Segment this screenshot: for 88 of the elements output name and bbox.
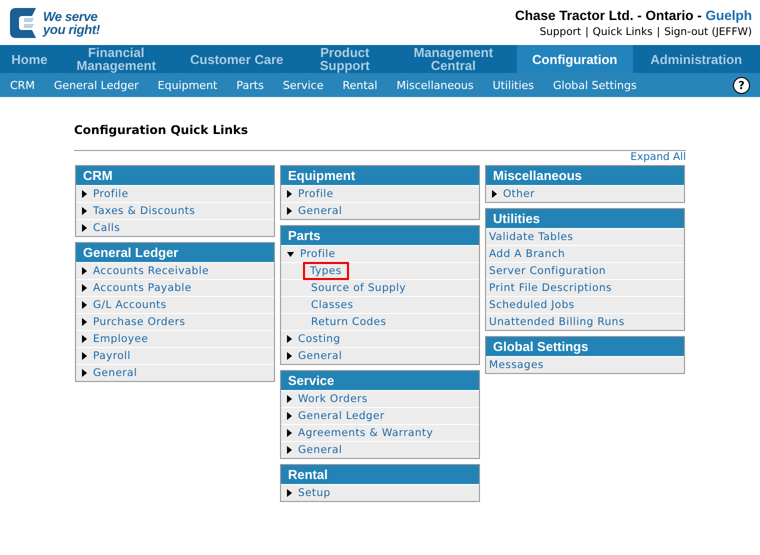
panel-title: General Ledger — [76, 243, 274, 262]
quick-link[interactable]: General Ledger — [298, 409, 385, 423]
quick-link[interactable]: General — [298, 443, 342, 457]
header-link[interactable]: Sign-out (JEFFW) — [664, 26, 752, 38]
quick-link[interactable]: Accounts Receivable — [93, 264, 209, 278]
nav-tab[interactable]: Product Support — [300, 45, 390, 73]
caret-right-icon[interactable] — [287, 335, 292, 343]
quick-link[interactable]: G/L Accounts — [93, 298, 167, 312]
caret-right-icon[interactable] — [492, 190, 497, 198]
nav-tab[interactable]: Customer Care — [173, 45, 300, 73]
quick-link[interactable]: Profile — [300, 247, 336, 261]
quick-link[interactable]: Messages — [489, 358, 544, 372]
help-icon[interactable]: ? — [733, 76, 750, 94]
subnav-link[interactable]: Utilities — [492, 78, 534, 92]
caret-right-icon[interactable] — [287, 352, 292, 360]
panel-title: Equipment — [281, 166, 479, 185]
quick-link[interactable]: Unattended Billing Runs — [489, 315, 625, 329]
caret-right-icon[interactable] — [82, 301, 87, 309]
quick-link[interactable]: Classes — [311, 298, 354, 312]
caret-down-icon[interactable] — [287, 252, 294, 256]
quick-link[interactable]: General — [298, 349, 342, 363]
quick-link[interactable]: Costing — [298, 332, 340, 346]
panel-title: Miscellaneous — [486, 166, 684, 185]
quick-link[interactable]: Profile — [298, 187, 334, 201]
panel-title: Parts — [281, 226, 479, 245]
highlighted-link[interactable]: Types — [305, 264, 347, 278]
quick-link[interactable]: Employee — [93, 332, 148, 346]
caret-right-icon[interactable] — [287, 489, 292, 497]
header-link[interactable]: Support — [540, 26, 582, 38]
quick-link[interactable]: Return Codes — [311, 315, 386, 329]
subnav-link[interactable]: General Ledger — [54, 78, 139, 92]
quick-link[interactable]: Print File Descriptions — [489, 281, 612, 295]
caret-right-icon[interactable] — [82, 352, 87, 360]
nav-tab[interactable]: Financial Management — [58, 45, 174, 73]
quick-link[interactable]: Scheduled Jobs — [489, 298, 575, 312]
caret-right-icon[interactable] — [82, 207, 87, 215]
company-name: Chase Tractor Ltd. - Ontario - Guelph — [514, 8, 752, 22]
panel-title: Rental — [281, 465, 479, 484]
nav-tab[interactable]: Configuration — [517, 45, 633, 73]
quick-link[interactable]: General — [298, 204, 342, 218]
header-link[interactable]: Quick Links — [592, 26, 653, 38]
quick-link[interactable]: Add A Branch — [489, 247, 566, 261]
panel-title: Service — [281, 371, 479, 390]
quick-link[interactable]: Setup — [298, 486, 331, 500]
quick-link[interactable]: Agreements & Warranty — [298, 426, 434, 440]
caret-right-icon[interactable] — [82, 190, 87, 198]
nav-tab[interactable]: Administration — [632, 45, 760, 73]
nav-tab[interactable]: Management Central — [390, 45, 518, 73]
caret-right-icon[interactable] — [82, 335, 87, 343]
subnav-link[interactable]: CRM — [10, 78, 35, 92]
caret-right-icon[interactable] — [82, 369, 87, 377]
panel-title: Global Settings — [486, 337, 684, 356]
caret-right-icon[interactable] — [287, 190, 292, 198]
quick-link[interactable]: Purchase Orders — [93, 315, 186, 329]
caret-right-icon[interactable] — [287, 446, 292, 454]
quick-link[interactable]: Payroll — [93, 349, 131, 363]
caret-right-icon[interactable] — [82, 267, 87, 275]
quick-link[interactable]: Calls — [93, 221, 120, 235]
page-title: Configuration Quick Links — [74, 123, 250, 137]
panel-title: Utilities — [486, 209, 684, 228]
quick-link[interactable]: Other — [503, 187, 535, 201]
separator: | — [656, 26, 660, 38]
caret-right-icon[interactable] — [287, 429, 292, 437]
quick-link[interactable]: Work Orders — [298, 392, 368, 406]
subnav-link[interactable]: Rental — [342, 78, 378, 92]
caret-right-icon[interactable] — [287, 412, 292, 420]
quick-link[interactable]: General — [93, 366, 138, 380]
subnav-link[interactable]: Service — [282, 78, 324, 92]
caret-right-icon[interactable] — [287, 207, 292, 215]
quick-link[interactable]: Source of Supply — [311, 281, 406, 295]
caret-right-icon[interactable] — [82, 318, 87, 326]
caret-right-icon[interactable] — [82, 284, 87, 292]
nav-tab[interactable]: Home — [0, 45, 59, 73]
subnav-link[interactable]: Equipment — [158, 78, 218, 92]
panel-title: CRM — [76, 166, 274, 185]
subnav-link[interactable]: Global Settings — [553, 78, 637, 92]
expand-all-link[interactable]: Expand All — [630, 151, 686, 165]
quick-link[interactable]: Taxes & Discounts — [93, 204, 196, 218]
quick-link[interactable]: Server Configuration — [489, 264, 606, 278]
separator: | — [585, 26, 589, 38]
quick-link[interactable]: Accounts Payable — [93, 281, 192, 295]
caret-right-icon[interactable] — [287, 395, 292, 403]
quick-link[interactable]: Validate Tables — [489, 230, 574, 244]
subnav-link[interactable]: Miscellaneous — [396, 78, 474, 92]
quick-link[interactable]: Profile — [93, 187, 128, 201]
caret-right-icon[interactable] — [82, 224, 87, 232]
subnav-link[interactable]: Parts — [236, 78, 264, 92]
logo-slogan: We serve you right! — [43, 10, 100, 36]
